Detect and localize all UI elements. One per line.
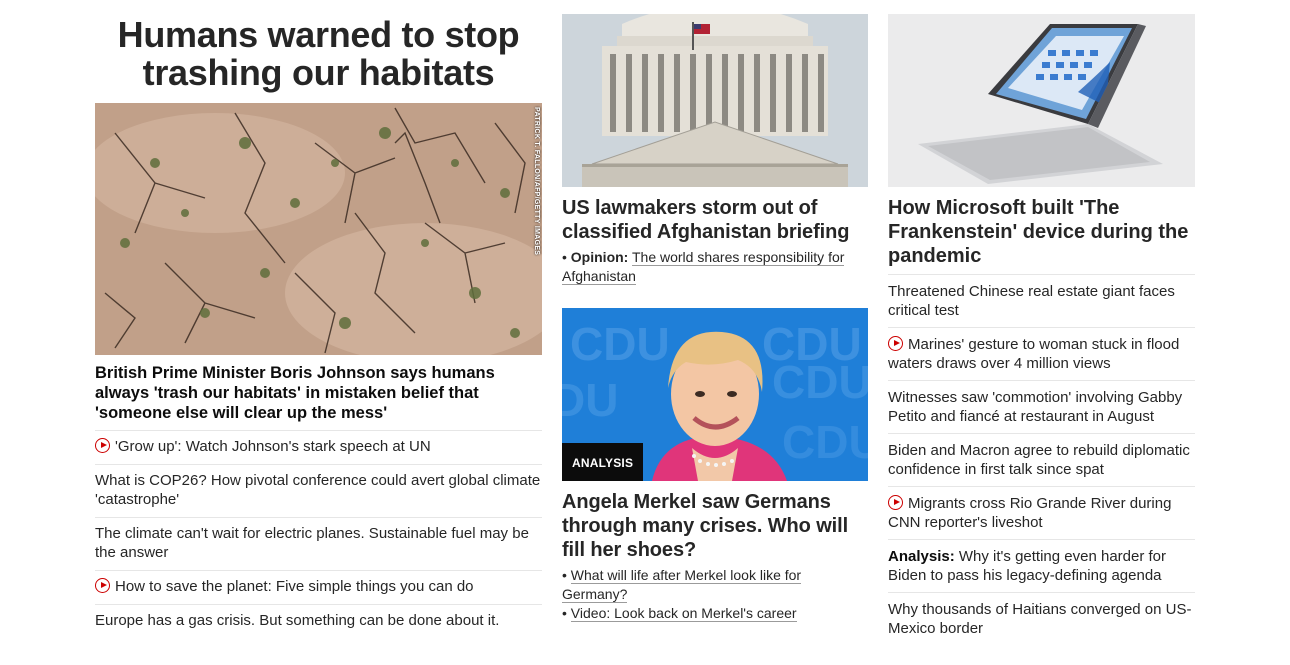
list-item[interactable]: Migrants cross Rio Grande River during C… [888, 487, 1195, 540]
list-item[interactable]: Threatened Chinese real estate giant fac… [888, 275, 1195, 328]
list-item-text: Marines' gesture to woman stuck in flood… [888, 336, 1180, 372]
svg-text:DU: DU [562, 374, 618, 426]
list-item-text: The climate can't wait for electric plan… [95, 525, 529, 561]
list-item-text: What is COP26? How pivotal conference co… [95, 472, 541, 508]
right-column: How Microsoft built 'The Frankenstein' d… [888, 14, 1195, 645]
lead-story-column: Humans warned to stop trashing our habit… [95, 14, 542, 638]
merkel-link-1[interactable]: • What will life after Merkel look like … [562, 566, 868, 604]
capitol-image[interactable] [562, 14, 868, 187]
middle-column: US lawmakers storm out of classified Afg… [562, 14, 868, 623]
list-item-text: Biden and Macron agree to rebuild diplom… [888, 442, 1190, 478]
list-item[interactable]: Europe has a gas crisis. But something c… [95, 605, 542, 638]
lead-story-image[interactable]: PATRICK T. FALLON/AFP/GETTY IMAGES [95, 103, 542, 355]
image-credit: PATRICK T. FALLON/AFP/GETTY IMAGES [533, 107, 540, 256]
list-item-text: Witnesses saw 'commotion' involving Gabb… [888, 389, 1183, 425]
play-icon [888, 495, 903, 510]
list-item-text: Migrants cross Rio Grande River during C… [888, 495, 1172, 531]
merkel-image[interactable]: CDU DU CDU CDU CDU ANALYSIS [562, 308, 868, 481]
play-icon [95, 578, 110, 593]
list-item[interactable]: Why thousands of Haitians converged on U… [888, 593, 1195, 645]
merkel-link-1-text: What will life after Merkel look like fo… [562, 567, 802, 603]
lead-headline[interactable]: Humans warned to stop trashing our habit… [95, 14, 542, 103]
list-item[interactable]: How to save the planet: Five simple thin… [95, 571, 542, 605]
opinion-link[interactable]: • Opinion: The world shares responsibili… [562, 248, 868, 286]
merkel-link-2[interactable]: • Video: Look back on Merkel's career [562, 604, 868, 623]
svg-text:CDU: CDU [772, 356, 868, 408]
microsoft-headline[interactable]: How Microsoft built 'The Frankenstein' d… [888, 196, 1195, 275]
list-item-text: Europe has a gas crisis. But something c… [95, 612, 500, 629]
list-item-text: How to save the planet: Five simple thin… [115, 578, 474, 595]
list-item[interactable]: 'Grow up': Watch Johnson's stark speech … [95, 431, 542, 465]
svg-text:CDU: CDU [570, 318, 670, 370]
list-item[interactable]: What is COP26? How pivotal conference co… [95, 465, 542, 518]
merkel-headline[interactable]: Angela Merkel saw Germans through many c… [562, 490, 868, 562]
lead-caption[interactable]: British Prime Minister Boris Johnson say… [95, 355, 542, 431]
analysis-label: Analysis: [888, 548, 955, 565]
list-item[interactable]: Biden and Macron agree to rebuild diplom… [888, 434, 1195, 487]
list-item[interactable]: Witnesses saw 'commotion' involving Gabb… [888, 381, 1195, 434]
surface-device-image[interactable] [888, 14, 1195, 187]
svg-text:CDU: CDU [782, 416, 868, 468]
merkel-link-2-text: Video: Look back on Merkel's career [570, 605, 797, 622]
afghanistan-headline[interactable]: US lawmakers storm out of classified Afg… [562, 196, 868, 244]
play-icon [888, 336, 903, 351]
list-item-text: Why thousands of Haitians converged on U… [888, 601, 1192, 637]
list-item[interactable]: The climate can't wait for electric plan… [95, 518, 542, 571]
play-icon [95, 438, 110, 453]
opinion-label: Opinion: [570, 249, 629, 265]
list-item-text: Threatened Chinese real estate giant fac… [888, 283, 1175, 319]
list-item-text: 'Grow up': Watch Johnson's stark speech … [115, 438, 431, 455]
analysis-badge: ANALYSIS [562, 443, 644, 481]
list-item[interactable]: Analysis: Why it's getting even harder f… [888, 540, 1195, 593]
list-item[interactable]: Marines' gesture to woman stuck in flood… [888, 328, 1195, 381]
